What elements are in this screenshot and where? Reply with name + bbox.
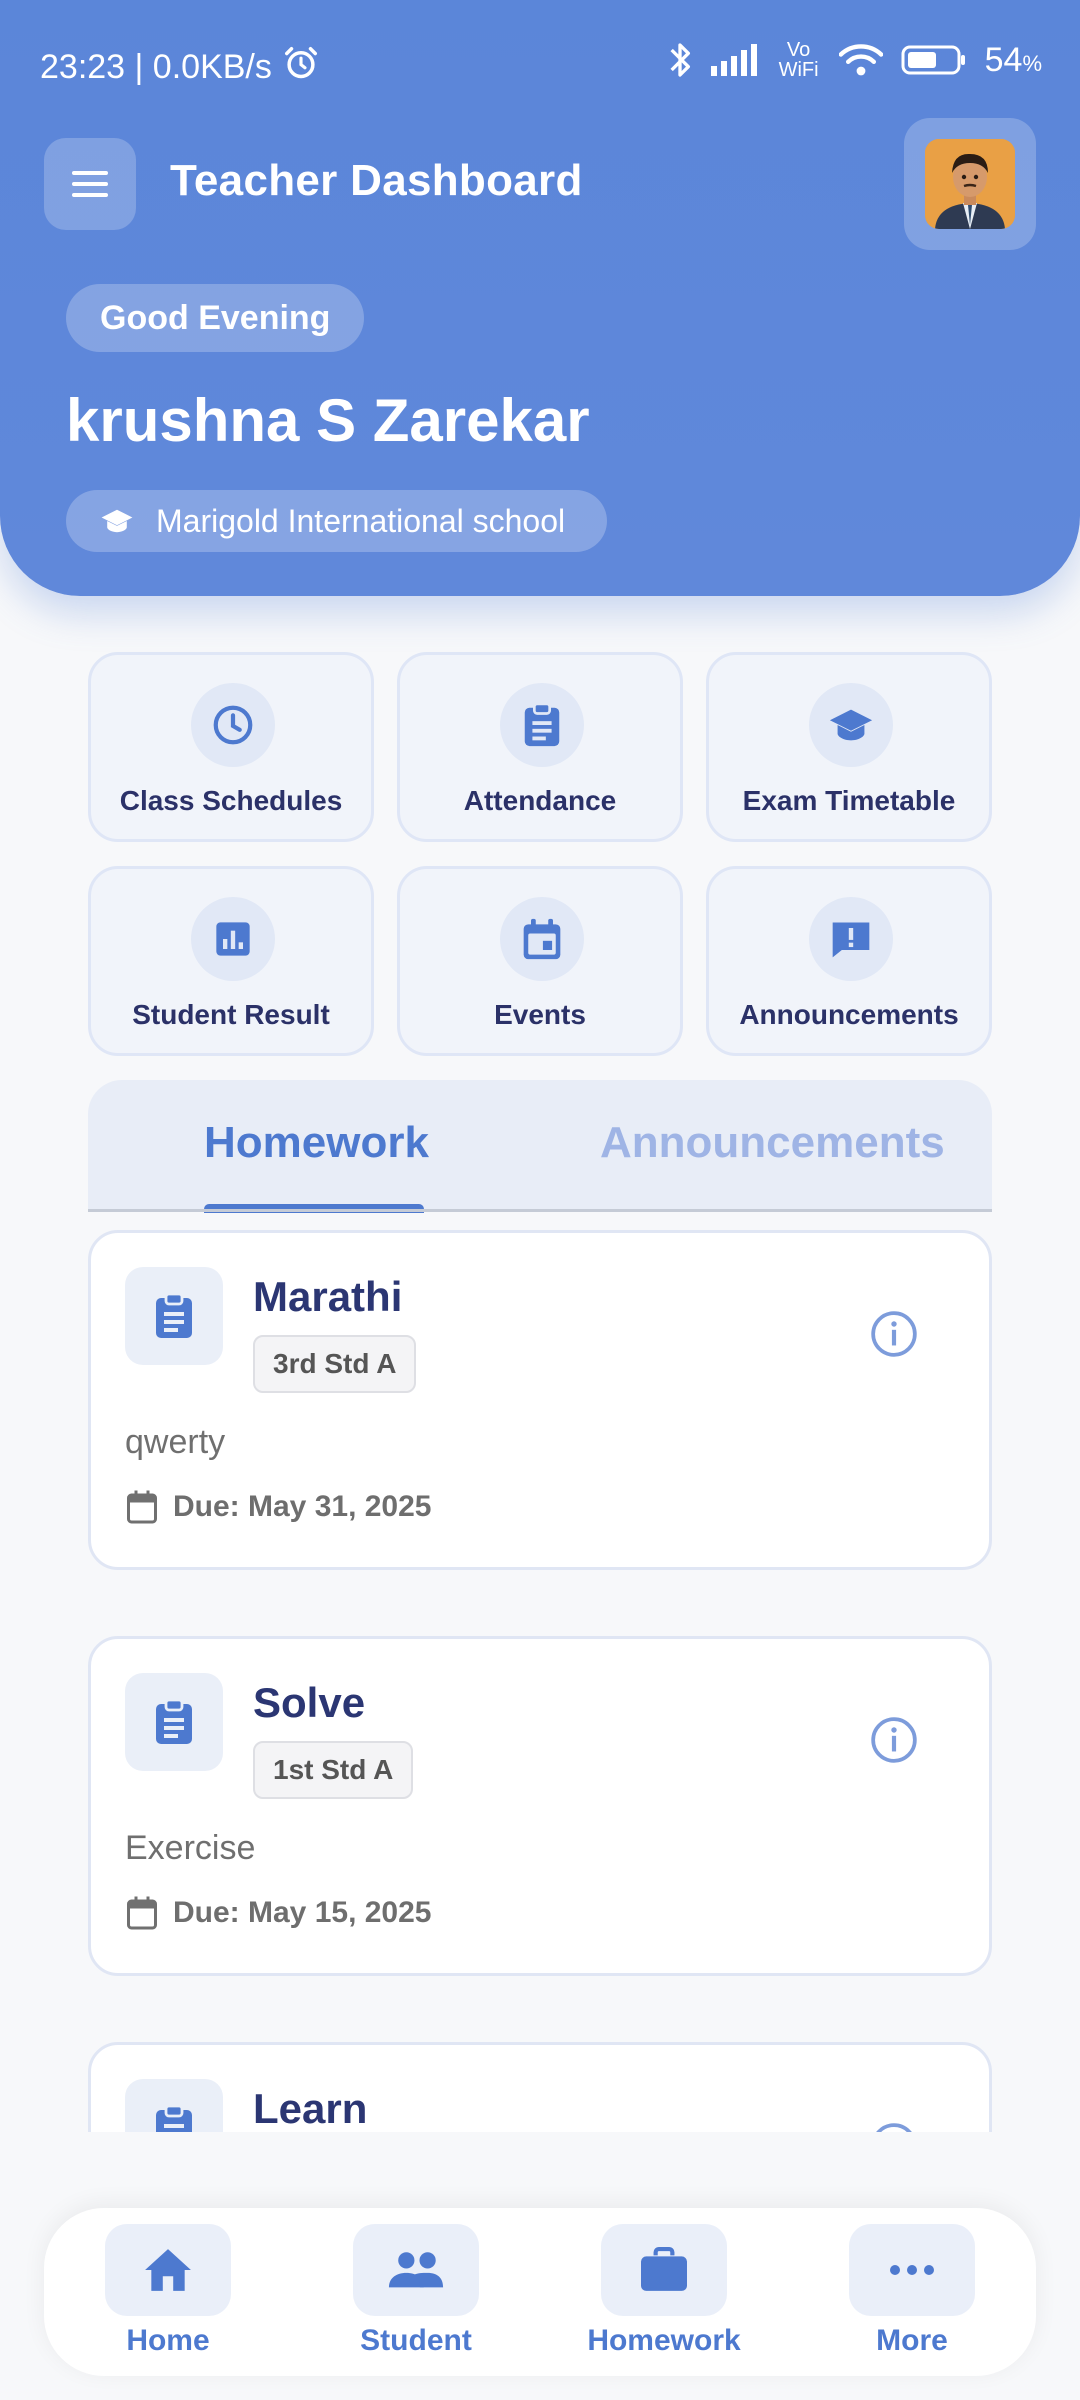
page-title: Teacher Dashboard <box>170 156 583 205</box>
school-badge: Marigold International school <box>66 490 608 552</box>
homework-list[interactable]: Marathi 3rd Std A qwerty Due: May 31, 20… <box>0 1212 1080 2132</box>
vowifi-label: Vo WiFi <box>778 39 819 81</box>
announcement-icon <box>809 897 893 981</box>
info-icon[interactable] <box>869 1715 919 1765</box>
homework-card[interactable]: Solve 1st Std A Exercise Due: May 15, 20… <box>88 1636 992 1976</box>
status-time-speed: 23:23 | 0.0KB/s <box>40 48 272 86</box>
alarm-icon <box>282 44 320 91</box>
quick-action-label: Class Schedules <box>119 785 343 816</box>
info-icon[interactable] <box>869 2121 919 2132</box>
nav-label: More <box>876 2324 948 2357</box>
homework-card[interactable]: Marathi 3rd Std A qwerty Due: May 31, 20… <box>88 1230 992 1570</box>
school-name: Marigold International school <box>156 502 566 539</box>
graduation-cap-icon <box>101 509 133 533</box>
homework-description: Exercise <box>125 1829 256 1867</box>
home-icon <box>105 2224 231 2316</box>
people-icon <box>353 2224 479 2316</box>
nav-student[interactable]: Student <box>336 2224 496 2358</box>
header: 23:23 | 0.0KB/s Vo WiFi 54% Teacher Dash… <box>0 0 1080 596</box>
more-icon <box>849 2224 975 2316</box>
clipboard-icon <box>125 1267 223 1365</box>
quick-action-class-schedules[interactable]: Class Schedules <box>88 652 374 842</box>
clipboard-icon <box>125 1673 223 1771</box>
briefcase-icon <box>601 2224 727 2316</box>
info-icon[interactable] <box>869 1309 919 1359</box>
homework-due: Due: May 15, 2025 <box>125 1895 431 1931</box>
clock-icon <box>191 683 275 767</box>
bottom-navigation: Home Student Homework More <box>44 2208 1036 2376</box>
homework-card[interactable]: Learn <box>88 2042 992 2132</box>
nav-label: Home <box>126 2324 210 2357</box>
homework-due: Due: May 31, 2025 <box>125 1489 431 1525</box>
hamburger-icon <box>72 171 108 197</box>
clipboard-icon <box>500 683 584 767</box>
tab-announcements[interactable]: Announcements <box>600 1118 945 1168</box>
quick-action-label: Exam Timetable <box>742 785 956 816</box>
wifi-icon <box>838 43 883 77</box>
quick-action-exam-timetable[interactable]: Exam Timetable <box>706 652 992 842</box>
homework-description: qwerty <box>125 1423 226 1461</box>
calendar-icon <box>127 1896 157 1930</box>
due-date-text: Due: May 15, 2025 <box>173 1896 432 1929</box>
quick-action-label: Announcements <box>739 999 959 1030</box>
quick-action-attendance[interactable]: Attendance <box>397 652 683 842</box>
nav-home[interactable]: Home <box>88 2224 248 2358</box>
calendar-icon <box>500 897 584 981</box>
homework-subject: Solve <box>253 1679 366 1726</box>
battery-icon <box>901 44 967 76</box>
graduation-cap-icon <box>809 683 893 767</box>
content-tabs: Homework Announcements <box>88 1080 992 1213</box>
quick-action-label: Events <box>494 999 586 1030</box>
quick-action-label: Student Result <box>132 999 330 1030</box>
quick-action-label: Attendance <box>463 785 617 816</box>
nav-more[interactable]: More <box>832 2224 992 2358</box>
calendar-icon <box>127 1490 157 1524</box>
avatar <box>925 139 1015 229</box>
clipboard-icon <box>125 2079 223 2132</box>
quick-action-student-result[interactable]: Student Result <box>88 866 374 1056</box>
bar-chart-icon <box>191 897 275 981</box>
quick-action-announcements[interactable]: Announcements <box>706 866 992 1056</box>
nav-homework[interactable]: Homework <box>584 2224 744 2358</box>
due-date-text: Due: May 31, 2025 <box>173 1490 432 1523</box>
bluetooth-icon <box>667 40 693 80</box>
menu-button[interactable] <box>44 138 136 230</box>
user-name: krushna S Zarekar <box>66 387 590 454</box>
nav-label: Student <box>360 2324 472 2357</box>
nav-label: Homework <box>587 2324 741 2357</box>
signal-icon <box>710 44 759 76</box>
battery-percent: 54% <box>984 40 1042 79</box>
status-bar: 23:23 | 0.0KB/s Vo WiFi 54% <box>0 0 1080 130</box>
class-badge: 3rd Std A <box>253 1335 417 1393</box>
profile-avatar-button[interactable] <box>904 118 1036 250</box>
tab-homework[interactable]: Homework <box>204 1118 429 1168</box>
class-badge: 1st Std A <box>253 1741 414 1799</box>
homework-subject: Learn <box>253 2085 368 2132</box>
greeting-badge: Good Evening <box>66 284 365 352</box>
quick-action-events[interactable]: Events <box>397 866 683 1056</box>
homework-subject: Marathi <box>253 1273 403 1320</box>
